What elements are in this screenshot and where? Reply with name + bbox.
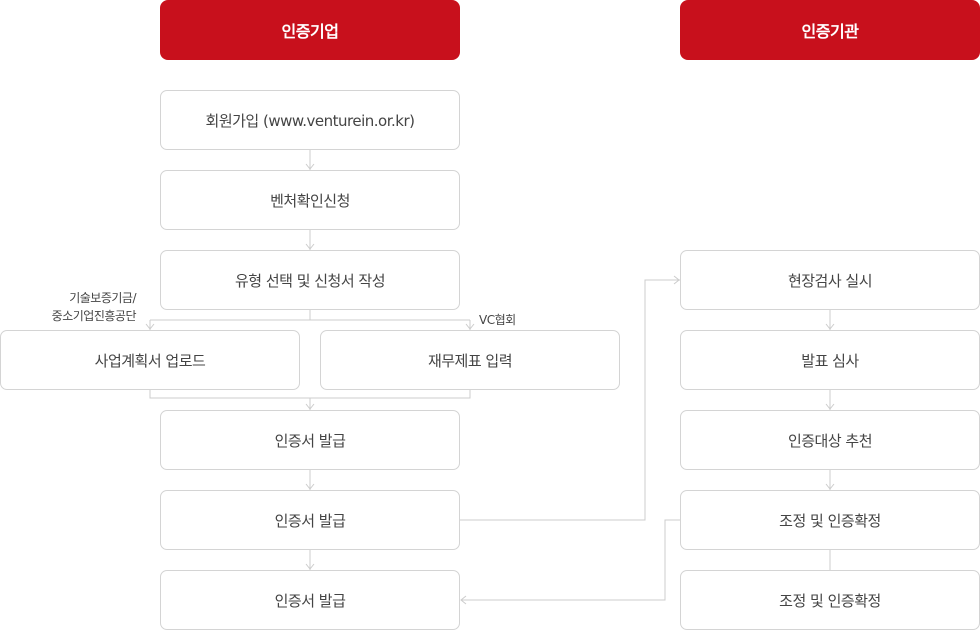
step-select-type: 유형 선택 및 신청서 작성 xyxy=(160,250,460,310)
step-financials: 재무제표 입력 xyxy=(320,330,620,390)
step-issue-3: 인증서 발급 xyxy=(160,570,460,630)
connector-adjust-issue3 xyxy=(461,519,680,601)
note-left-line2: 중소기업진흥공단 xyxy=(51,309,137,323)
step-apply: 벤처확인신청 xyxy=(160,170,460,230)
step-issue-2: 인증서 발급 xyxy=(160,490,460,550)
step-adjust-1: 조정 및 인증확정 xyxy=(680,490,980,550)
step-issue-1: 인증서 발급 xyxy=(160,410,460,470)
agency-header: 인증기관 xyxy=(680,0,980,60)
note-left-group: 기술보증기금/ 중소기업진흥공단 xyxy=(36,289,137,325)
note-right: VC협회 xyxy=(479,313,516,327)
step-upload-plan: 사업계획서 업로드 xyxy=(0,330,300,390)
step-inspection: 현장검사 실시 xyxy=(680,250,980,310)
company-header: 인증기업 xyxy=(160,0,460,60)
step-signup: 회원가입 (www.venturein.or.kr) xyxy=(160,90,460,150)
note-left-line1: 기술보증기금/ xyxy=(69,291,136,305)
step-recommend: 인증대상 추천 xyxy=(680,410,980,470)
connector-merge xyxy=(149,390,471,410)
step-adjust-2: 조정 및 인증확정 xyxy=(680,570,980,630)
connector-select-split xyxy=(149,310,471,330)
step-presentation: 발표 심사 xyxy=(680,330,980,390)
